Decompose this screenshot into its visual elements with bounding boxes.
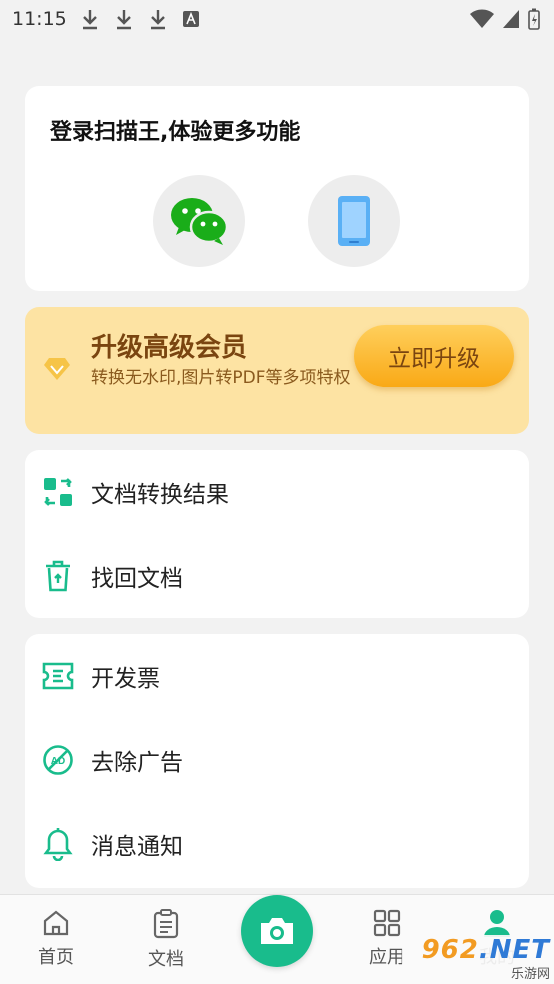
apps-grid-icon [373,909,401,937]
login-card: 登录扫描王,体验更多功能 [25,86,529,291]
status-time: 11:15 [12,8,67,30]
home-icon [43,910,69,936]
wechat-login-button[interactable] [153,175,245,267]
phone-login-button[interactable] [308,175,400,267]
menu-group-documents: 文档转换结果 找回文档 [25,450,529,618]
watermark-main: 962.NET [421,935,550,965]
menu-group-settings: 开发票 AD 去除广告 消息通知 [25,634,529,888]
bell-icon [41,827,75,861]
watermark-logo: 962.NET 乐游网 [402,935,550,982]
trash-restore-icon [41,559,75,593]
convert-icon [41,475,75,509]
invoice-ticket-icon [41,659,75,693]
wifi-icon [470,9,494,28]
menu-label: 去除广告 [91,750,183,776]
font-a-icon [182,11,199,27]
menu-label: 消息通知 [91,834,183,860]
download-icon [150,10,165,30]
signal-icon [503,10,519,28]
tab-documents[interactable]: 文档 [126,909,206,971]
vip-upgrade-card[interactable]: 升级高级会员 转换无水印,图片转PDF等多项特权 立即升级 [25,307,529,434]
login-title: 登录扫描王,体验更多功能 [50,120,301,145]
tab-label: 应用 [369,947,405,968]
watermark-sub: 乐游网 [510,967,550,982]
no-ad-icon: AD [41,743,75,777]
wechat-icon [171,198,229,245]
system-icons [470,8,540,30]
upgrade-now-button[interactable]: 立即升级 [354,325,514,387]
menu-item-conversion-results[interactable]: 文档转换结果 [25,450,529,534]
phone-icon [338,196,370,246]
tab-label: 首页 [38,947,74,968]
menu-item-remove-ads[interactable]: AD 去除广告 [25,718,529,802]
menu-label: 文档转换结果 [91,482,229,508]
notification-icons [81,8,199,30]
camera-icon [261,918,293,944]
diamond-icon [44,358,70,380]
camera-scan-button[interactable] [241,895,313,967]
tab-home[interactable]: 首页 [16,909,96,969]
status-bar: 11:15 [0,0,554,38]
download-icon [82,10,97,30]
menu-label: 找回文档 [91,566,183,592]
vip-title: 升级高级会员 [91,333,248,363]
menu-item-recover-documents[interactable]: 找回文档 [25,534,529,618]
tab-label: 文档 [148,949,184,970]
menu-item-invoice[interactable]: 开发票 [25,634,529,718]
menu-item-notifications[interactable]: 消息通知 [25,802,529,886]
menu-label: 开发票 [91,666,160,692]
download-icon [116,10,131,30]
battery-charging-icon [528,8,540,30]
profile-icon [484,910,510,937]
document-icon [153,909,179,939]
svg-text:AD: AD [51,756,65,767]
vip-description: 转换无水印,图片转PDF等多项特权 [91,368,351,388]
